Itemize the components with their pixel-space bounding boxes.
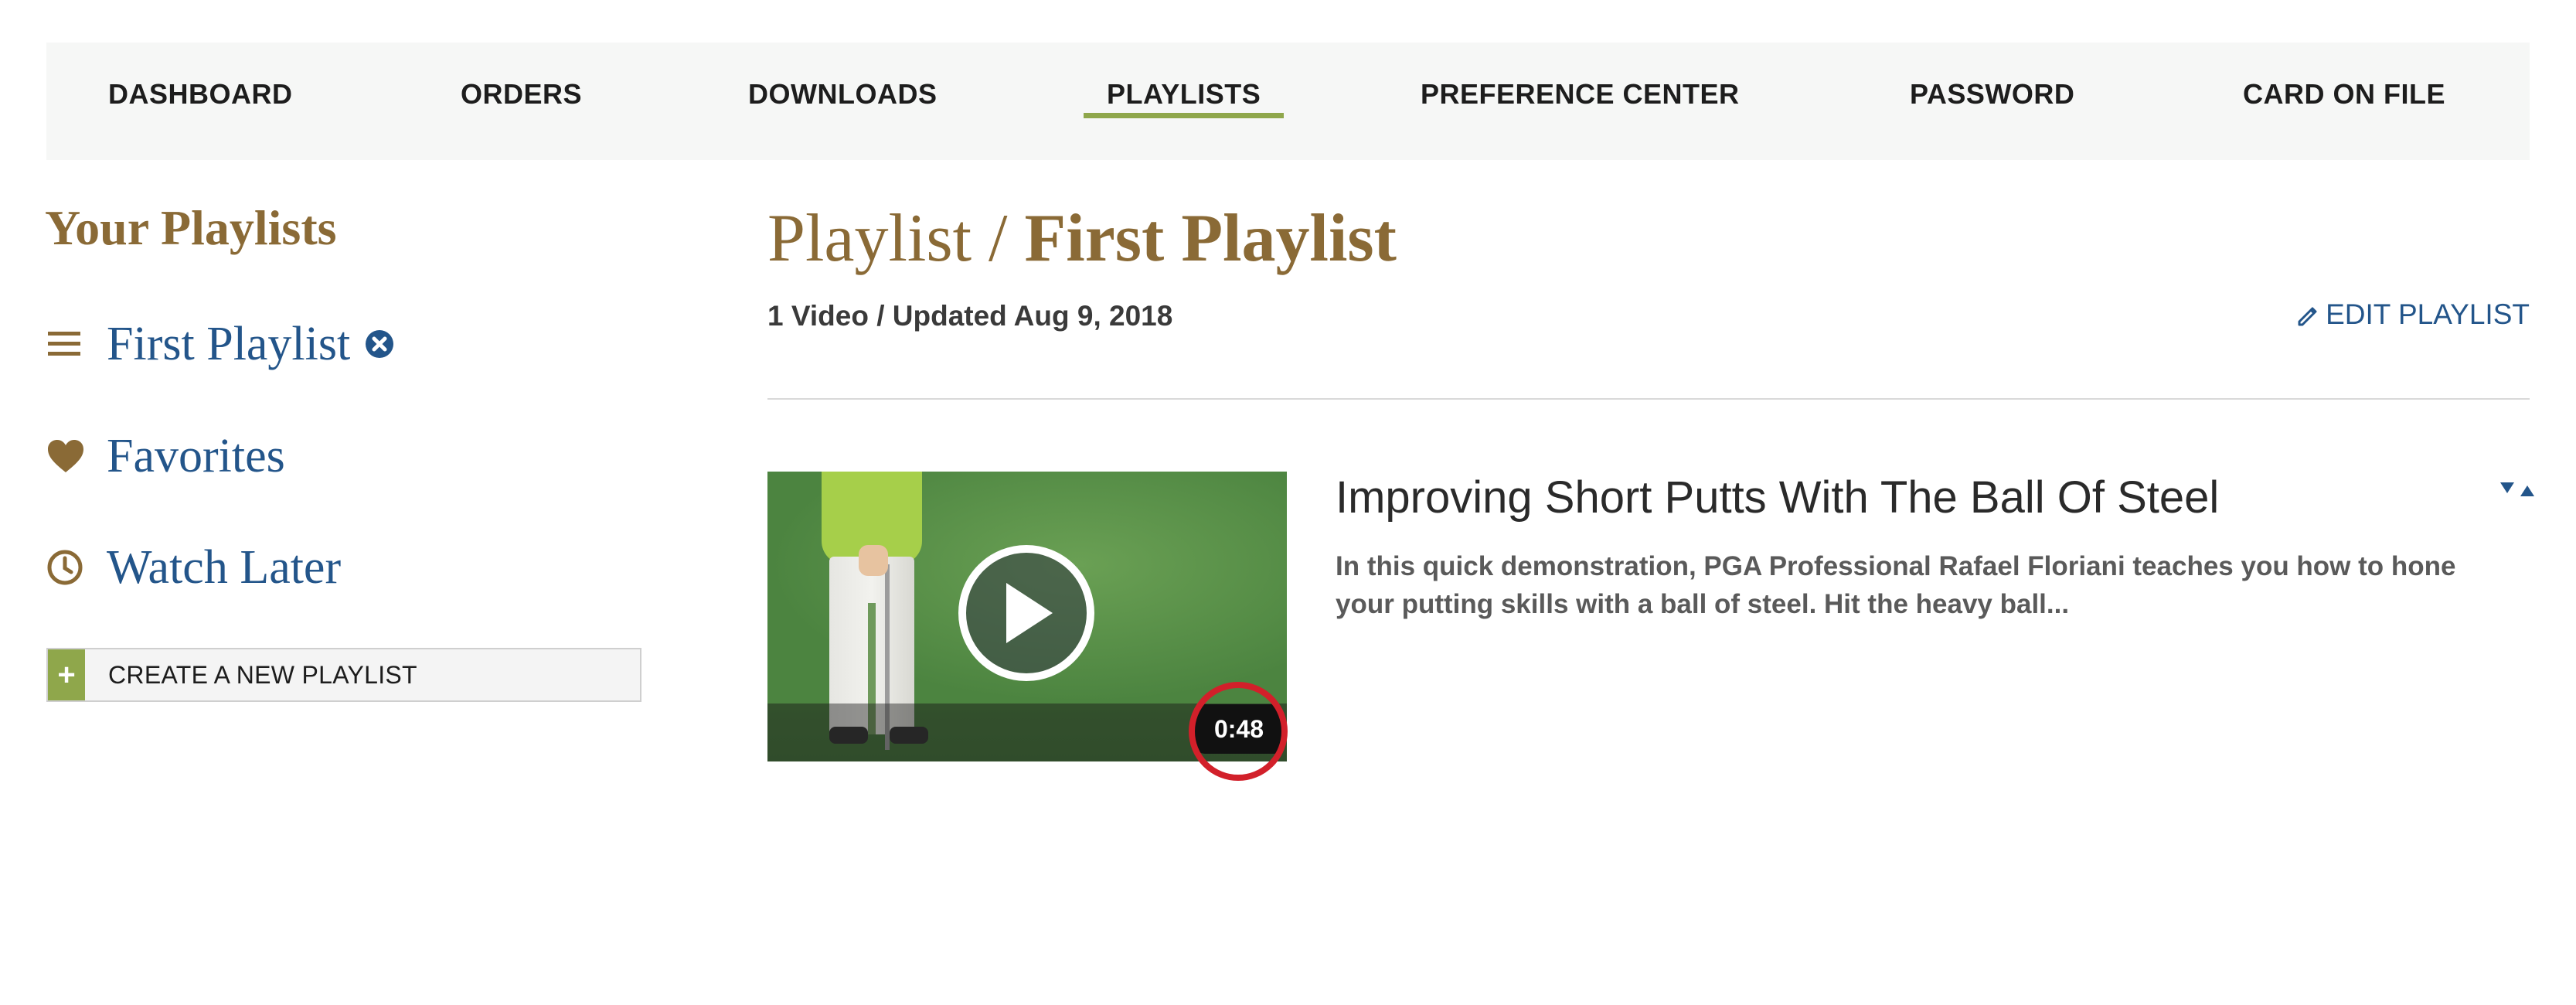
remove-playlist-icon[interactable] — [364, 329, 395, 359]
nav-card-on-file[interactable]: CARD ON FILE — [2243, 43, 2445, 160]
sidebar-item-favorites[interactable]: Favorites — [46, 425, 285, 487]
nav-dashboard[interactable]: DASHBOARD — [108, 43, 293, 160]
sidebar-item-watch-later[interactable]: Watch Later — [46, 537, 341, 598]
thumbnail-golfer-hands — [859, 545, 888, 576]
plus-icon: + — [48, 649, 85, 700]
nav-label: DOWNLOADS — [748, 78, 938, 110]
sidebar-item-label: First Playlist — [107, 317, 351, 370]
clock-icon — [46, 544, 93, 591]
nav-label: PASSWORD — [1910, 78, 2075, 110]
nav-label-text: PLAYLISTS — [1107, 78, 1261, 110]
nav-preference-center[interactable]: PREFERENCE CENTER — [1421, 43, 1740, 160]
video-title[interactable]: Improving Short Putts With The Ball Of S… — [1336, 472, 2219, 523]
playlist-meta: 1 Video / Updated Aug 9, 2018 — [767, 300, 1173, 332]
pencil-icon — [2298, 307, 2317, 326]
nav-label: PREFERENCE CENTER — [1421, 78, 1740, 110]
account-nav: DASHBOARD ORDERS DOWNLOADS PLAYLISTS PRE… — [46, 43, 2530, 160]
heart-icon — [46, 433, 93, 479]
nav-label: CARD ON FILE — [2243, 78, 2445, 110]
nav-label: ORDERS — [461, 78, 583, 110]
nav-playlists[interactable]: PLAYLISTS — [1084, 43, 1285, 160]
edit-playlist-label: EDIT PLAYLIST — [2326, 298, 2530, 330]
video-description: In this quick demonstration, PGA Profess… — [1336, 551, 2456, 619]
sidebar-title: Your Playlists — [45, 200, 337, 255]
content-divider — [767, 398, 2530, 400]
active-tab-underline — [1084, 113, 1285, 118]
create-playlist-button[interactable]: + CREATE A NEW PLAYLIST — [46, 648, 641, 702]
nav-downloads[interactable]: DOWNLOADS — [748, 43, 937, 160]
page-title: Playlist / First Playlist — [767, 199, 1397, 278]
nav-label-active: PLAYLISTS — [1084, 43, 1285, 145]
sidebar-item-label: Watch Later — [107, 540, 342, 594]
reorder-arrows-icon[interactable] — [2499, 478, 2536, 501]
play-icon — [1006, 583, 1053, 643]
sidebar-item-label: Favorites — [107, 429, 285, 482]
edit-playlist-link[interactable]: EDIT PLAYLIST — [2295, 298, 2530, 331]
sidebar-item-first-playlist[interactable]: First Playlist — [46, 313, 395, 375]
nav-label: DASHBOARD — [108, 78, 293, 110]
page-title-prefix: Playlist / — [767, 201, 1008, 276]
create-playlist-label: CREATE A NEW PLAYLIST — [108, 660, 417, 689]
list-icon — [46, 321, 93, 367]
page-title-name: First Playlist — [1024, 201, 1397, 276]
highlight-circle — [1189, 682, 1288, 781]
play-button[interactable] — [958, 545, 1094, 681]
nav-orders[interactable]: ORDERS — [461, 43, 582, 160]
nav-password[interactable]: PASSWORD — [1910, 43, 2074, 160]
